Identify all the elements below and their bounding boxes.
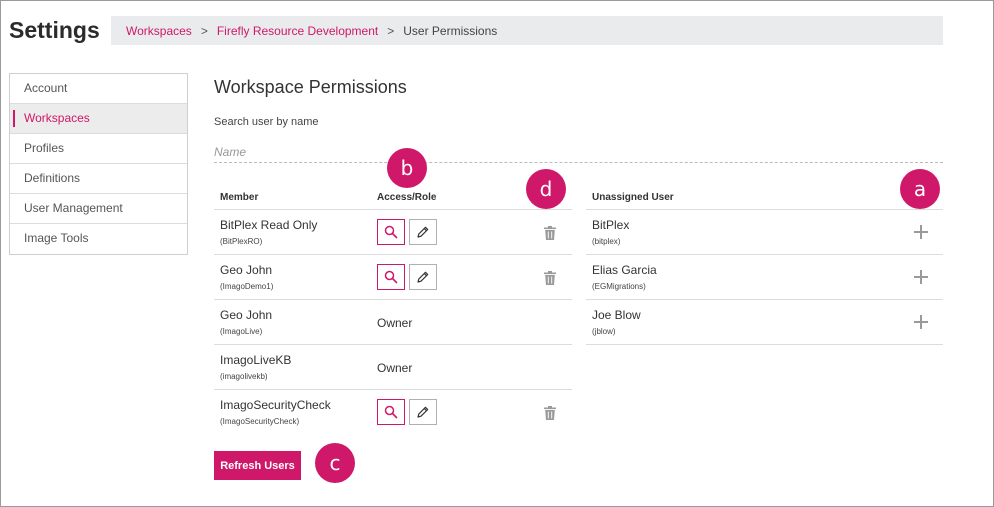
member-row: Geo John (ImagoDemo1) <box>214 255 572 300</box>
sidebar-item-image-tools[interactable]: Image Tools <box>10 224 187 254</box>
window-frame: Settings Workspaces > Firefly Resource D… <box>0 0 994 507</box>
trash-icon <box>544 406 556 420</box>
member-name: ImagoLiveKB <box>220 353 292 367</box>
user-name: Elias Garcia <box>592 263 657 277</box>
member-row: ImagoSecurityCheck (ImagoSecurityCheck) <box>214 390 572 435</box>
member-row: BitPlex Read Only (BitPlexRO) <box>214 210 572 255</box>
callout-c: c <box>315 443 355 483</box>
members-table-header: Member Access/Role <box>214 184 572 210</box>
trash-icon <box>544 271 556 285</box>
pencil-icon <box>417 271 429 283</box>
member-role: Owner <box>377 361 413 375</box>
view-permissions-button[interactable] <box>377 399 405 425</box>
sidebar-item-account[interactable]: Account <box>10 74 187 104</box>
trash-icon <box>544 226 556 240</box>
member-login: (ImagoSecurityCheck) <box>220 417 300 426</box>
sidebar-item-definitions[interactable]: Definitions <box>10 164 187 194</box>
callout-b: b <box>387 148 427 188</box>
breadcrumb-separator: > <box>387 23 395 38</box>
breadcrumb-current: User Permissions <box>403 23 498 38</box>
member-name: Geo John <box>220 308 273 322</box>
member-login: (BitPlexRO) <box>220 237 263 246</box>
unassigned-table-header: Unassigned User <box>586 184 943 210</box>
sidebar-nav: Account Workspaces Profiles Definitions … <box>9 73 188 255</box>
breadcrumb-separator: > <box>200 23 208 38</box>
user-name: Joe Blow <box>592 308 641 322</box>
search-icon <box>384 225 398 239</box>
view-permissions-button[interactable] <box>377 264 405 290</box>
delete-member-button[interactable] <box>543 225 557 241</box>
page-title: Workspace Permissions <box>214 77 407 97</box>
sidebar-item-user-management[interactable]: User Management <box>10 194 187 224</box>
user-login: (EGMigrations) <box>592 282 646 291</box>
breadcrumb-workspace-name[interactable]: Firefly Resource Development <box>217 24 378 38</box>
pencil-icon <box>417 226 429 238</box>
member-row: Geo John (ImagoLive) Owner <box>214 300 572 345</box>
sidebar-item-workspaces[interactable]: Workspaces <box>10 104 187 134</box>
member-name: ImagoSecurityCheck <box>220 398 331 412</box>
search-input[interactable] <box>214 141 943 163</box>
members-table: Member Access/Role BitPlex Read Only (Bi… <box>214 184 572 435</box>
delete-member-button[interactable] <box>543 405 557 421</box>
search-icon <box>384 405 398 419</box>
member-name: BitPlex Read Only <box>220 218 318 232</box>
unassigned-users-table: Unassigned User BitPlex (bitplex) Elias … <box>586 184 943 345</box>
column-header-unassigned-user: Unassigned User <box>592 192 674 203</box>
add-user-button[interactable] <box>914 225 928 239</box>
delete-member-button[interactable] <box>543 270 557 286</box>
user-login: (bitplex) <box>592 237 621 246</box>
edit-permissions-button[interactable] <box>409 399 437 425</box>
callout-d: d <box>526 169 566 209</box>
column-header-access-role: Access/Role <box>377 192 437 203</box>
edit-permissions-button[interactable] <box>409 219 437 245</box>
refresh-users-button[interactable]: Refresh Users <box>214 451 301 480</box>
user-name: BitPlex <box>592 218 630 232</box>
unassigned-user-row: Elias Garcia (EGMigrations) <box>586 255 943 300</box>
unassigned-user-row: Joe Blow (jblow) <box>586 300 943 345</box>
search-label: Search user by name <box>214 116 319 128</box>
add-user-button[interactable] <box>914 270 928 284</box>
edit-permissions-button[interactable] <box>409 264 437 290</box>
member-login: (imagolivekb) <box>220 372 268 381</box>
breadcrumb: Workspaces > Firefly Resource Developmen… <box>111 16 943 45</box>
sidebar-item-profiles[interactable]: Profiles <box>10 134 187 164</box>
add-user-button[interactable] <box>914 315 928 329</box>
member-login: (ImagoLive) <box>220 327 263 336</box>
member-name: Geo John <box>220 263 273 277</box>
user-login: (jblow) <box>592 327 616 336</box>
search-icon <box>384 270 398 284</box>
callout-a: a <box>900 169 940 209</box>
member-row: ImagoLiveKB (imagolivekb) Owner <box>214 345 572 390</box>
view-permissions-button[interactable] <box>377 219 405 245</box>
member-role: Owner <box>377 316 413 330</box>
unassigned-user-row: BitPlex (bitplex) <box>586 210 943 255</box>
app-title: Settings <box>9 17 100 43</box>
pencil-icon <box>417 406 429 418</box>
breadcrumb-workspaces[interactable]: Workspaces <box>126 24 192 38</box>
column-header-member: Member <box>220 192 259 203</box>
member-login: (ImagoDemo1) <box>220 282 274 291</box>
